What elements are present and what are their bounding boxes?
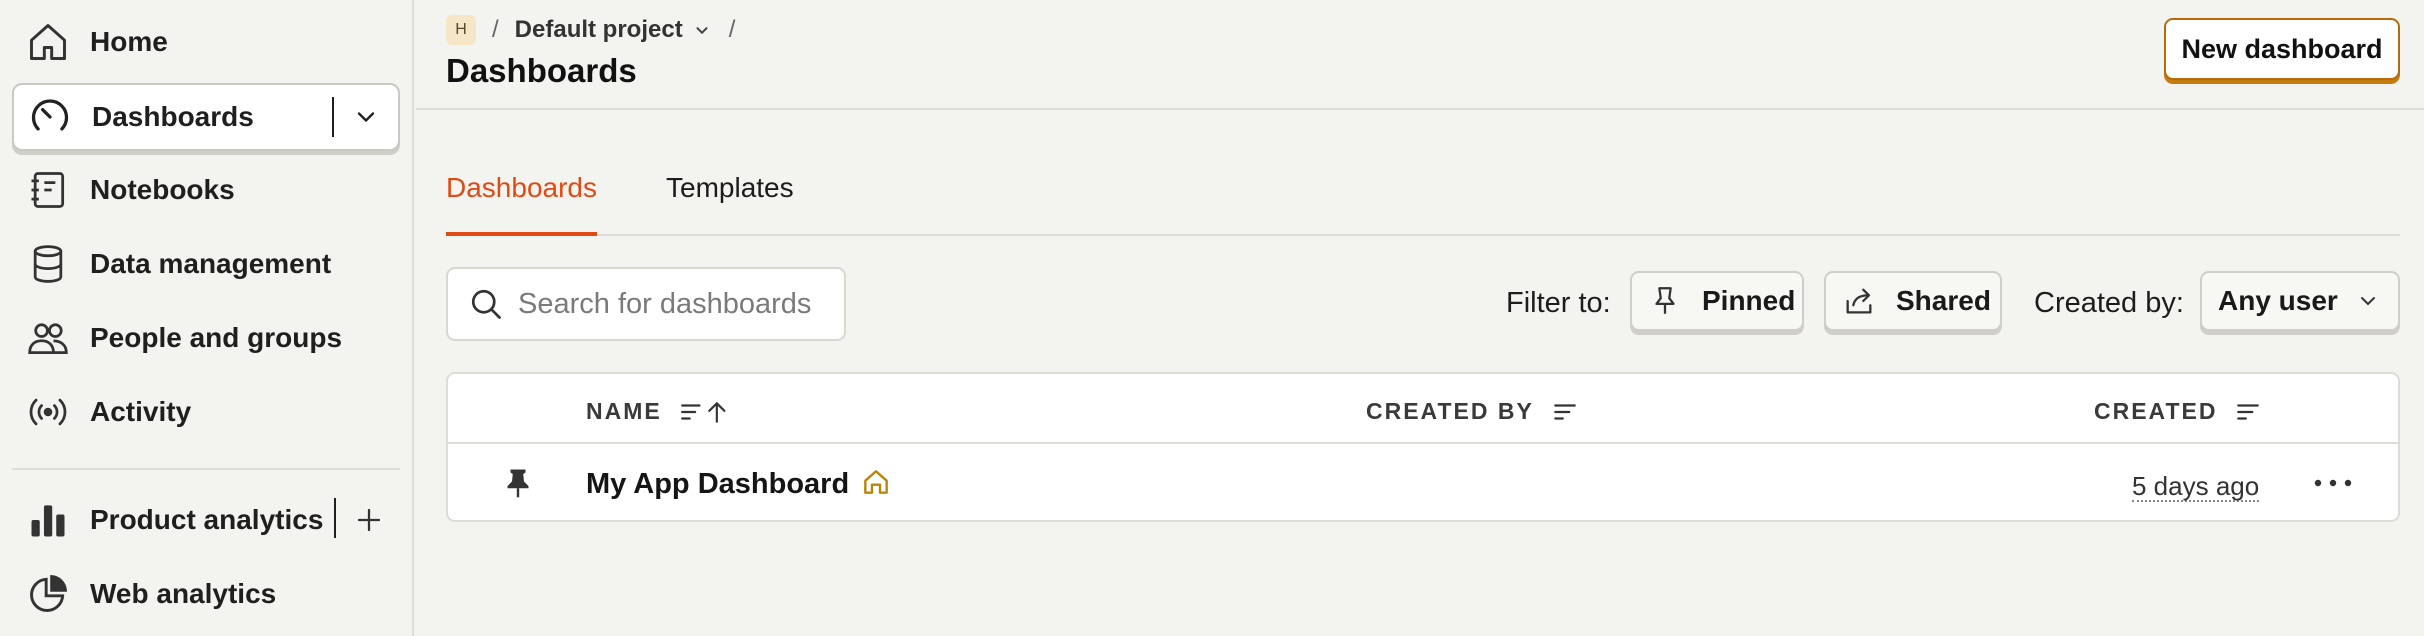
breadcrumb-separator: / (492, 16, 499, 43)
sidebar-item-label: Home (90, 26, 168, 57)
sidebar-item-product-analytics[interactable]: Product analytics (12, 486, 400, 554)
column-header-label: NAME (586, 398, 662, 424)
sidebar-item-label: People and groups (90, 322, 343, 353)
share-icon (1846, 288, 1872, 314)
breadcrumb: H / Default project / (446, 14, 751, 46)
tab-dashboards[interactable]: Dashboards (446, 172, 597, 236)
new-dashboard-button[interactable]: New dashboard (2164, 18, 2400, 80)
page-header: H / Default project / Dashboards New das… (416, 0, 2424, 110)
sidebar-item-label: Notebooks (90, 174, 235, 205)
chevron-down-icon[interactable] (691, 19, 713, 41)
sidebar-item-web-analytics[interactable]: Web analytics (12, 560, 400, 628)
created-timestamp: 5 days ago (2132, 471, 2260, 502)
breadcrumb-separator: / (728, 16, 736, 43)
sidebar-item-label: Data management (90, 248, 332, 279)
column-header-name[interactable]: NAME (586, 398, 734, 425)
column-header-label: CREATED (2094, 398, 2218, 424)
sidebar-divider (12, 468, 400, 470)
pin-icon (1655, 287, 1675, 314)
table-row[interactable]: My App Dashboard 5 days ago (448, 446, 2398, 520)
created-by-select[interactable]: Any user (2200, 271, 2400, 331)
search-input[interactable] (518, 269, 838, 339)
chevron-down-icon[interactable] (352, 103, 380, 131)
column-header-created[interactable]: CREATED (2094, 398, 2263, 425)
sidebar-item-label: Dashboards (92, 101, 254, 132)
broadcast-icon (29, 398, 67, 426)
dashboard-gauge-icon (31, 99, 69, 131)
search-icon (471, 289, 501, 319)
notebook-icon (31, 172, 65, 208)
pinned-filter-button[interactable]: Pinned (1630, 271, 1804, 331)
sidebar-item-label: Product analytics (90, 504, 324, 535)
bar-chart-icon (31, 505, 65, 537)
sort-icon (1553, 403, 1576, 420)
split-divider (334, 498, 336, 538)
sort-icon (2237, 403, 2260, 420)
filter-label: Filter to: (1506, 287, 1611, 319)
sidebar-item-dashboards[interactable]: Dashboards (12, 83, 400, 151)
sidebar: Home Dashboards Notebooks Data managemen… (0, 0, 414, 636)
search-box (446, 267, 846, 341)
home-icon (30, 24, 66, 60)
table-header: NAME CREATED BY CREATED (448, 374, 2398, 444)
tab-bar: Dashboards Templates (446, 150, 2400, 236)
page-title: Dashboards (446, 52, 637, 89)
split-divider (332, 97, 334, 137)
sidebar-item-people-and-groups[interactable]: People and groups (12, 304, 400, 372)
shared-filter-button[interactable]: Shared (1824, 271, 2002, 331)
column-header-label: CREATED BY (1366, 398, 1534, 424)
chevron-down-icon (2361, 297, 2375, 306)
dashboards-table: NAME CREATED BY CREATED My App Dashboard… (446, 372, 2400, 522)
sidebar-item-label: Web analytics (90, 578, 277, 609)
column-header-created-by[interactable]: CREATED BY (1366, 398, 1580, 425)
sort-ascending-icon (680, 401, 726, 423)
home-icon (864, 470, 888, 494)
sidebar-item-activity[interactable]: Activity (12, 378, 400, 446)
project-badge: H (446, 15, 476, 45)
created-by-label: Created by: (2034, 287, 2184, 319)
sidebar-item-notebooks[interactable]: Notebooks (12, 156, 400, 224)
pinned-filter-label: Pinned (1702, 285, 1796, 316)
pin-filled-icon[interactable] (500, 464, 536, 502)
plus-icon[interactable] (354, 505, 384, 535)
sidebar-item-label: Activity (90, 396, 192, 427)
people-icon (28, 323, 68, 355)
sidebar-item-data-management[interactable]: Data management (12, 230, 400, 298)
created-by-value: Any user (2218, 285, 2338, 316)
database-icon (33, 245, 63, 283)
project-switcher[interactable]: Default project (515, 16, 683, 44)
sidebar-item-home[interactable]: Home (12, 8, 400, 76)
pie-chart-icon (30, 575, 67, 612)
more-options-icon[interactable] (2310, 468, 2356, 498)
dashboard-name-link[interactable]: My App Dashboard (586, 468, 849, 501)
tab-templates[interactable]: Templates (666, 172, 794, 236)
shared-filter-label: Shared (1896, 285, 1991, 316)
